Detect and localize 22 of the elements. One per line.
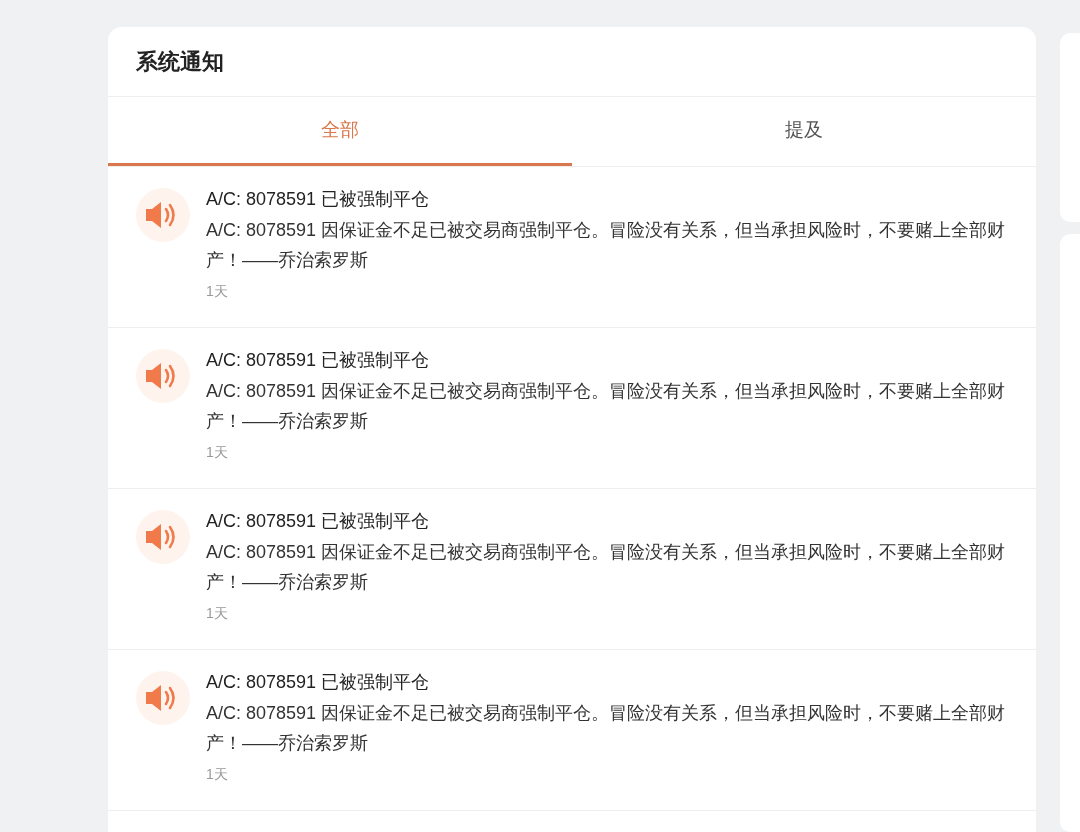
timestamp: 1天 (206, 765, 229, 784)
notification-title: A/C: 8078591 已被强制平仓 (206, 188, 431, 211)
notification-body: A/C: 8078591 因保证金不足已被交易商强制平仓。冒险没有关系，但当承担风险时，不要赌上全部财产！——乔治索罗斯 (206, 219, 1007, 272)
speaker-icon (136, 349, 190, 403)
notification-title: A/C: 8078591 已被强制平仓 (206, 510, 431, 533)
timestamp: 1天 (206, 604, 229, 623)
notification-item[interactable]: A/C: 8078591 已被强制平仓 A/C: 8078591 因保证金不足已被交易商强制平仓。冒险没有关系，但当承担风险时，不要赌上全部财产！——乔治索罗斯 1天 (108, 650, 1036, 811)
speaker-icon (136, 188, 190, 242)
panel-title: 系统通知 (136, 48, 224, 76)
notification-item[interactable]: A/C: 8078591 已被强制平仓 A/C: 8078591 因保证金不足已被交易商强制平仓。冒险没有关系，但当承担风险时，不要赌上全部财产！——乔治索罗斯 1天 (108, 167, 1036, 328)
timestamp: 1天 (206, 443, 229, 462)
notification-item[interactable]: A/C: 8078591 已被强制平仓 A/C: 8078591 因保证金不足已被交易商强制平仓。冒险没有关系，但当承担风险时，不要赌上全部财产！——乔治索罗斯 1天 (108, 489, 1036, 650)
notification-body: A/C: 8078591 因保证金不足已被交易商强制平仓。冒险没有关系，但当承担风险时，不要赌上全部财产！——乔治索罗斯 (206, 380, 1007, 433)
notification-title: A/C: 8078591 已被强制平仓 (206, 349, 431, 372)
notification-body: A/C: 8078591 因保证金不足已被交易商强制平仓。冒险没有关系，但当承担风险时，不要赌上全部财产！——乔治索罗斯 (206, 541, 1007, 594)
notification-title: A/C: 8078591 已被强制平仓 (206, 671, 431, 694)
notification-item[interactable]: A/C: 8078591 已被强制平仓 A/C: 8078591 因保证金不足已被交易商强制平仓。冒险没有关系，但当承担风险时，不要赌上全部财产！——乔治索罗斯 1天 (108, 328, 1036, 489)
speaker-icon (136, 510, 190, 564)
tab[interactable]: 提及 (572, 97, 1036, 166)
speaker-icon (136, 671, 190, 725)
timestamp: 1天 (206, 282, 229, 301)
notification-body: A/C: 8078591 因保证金不足已被交易商强制平仓。冒险没有关系，但当承担风险时，不要赌上全部财产！——乔治索罗斯 (206, 702, 1007, 755)
